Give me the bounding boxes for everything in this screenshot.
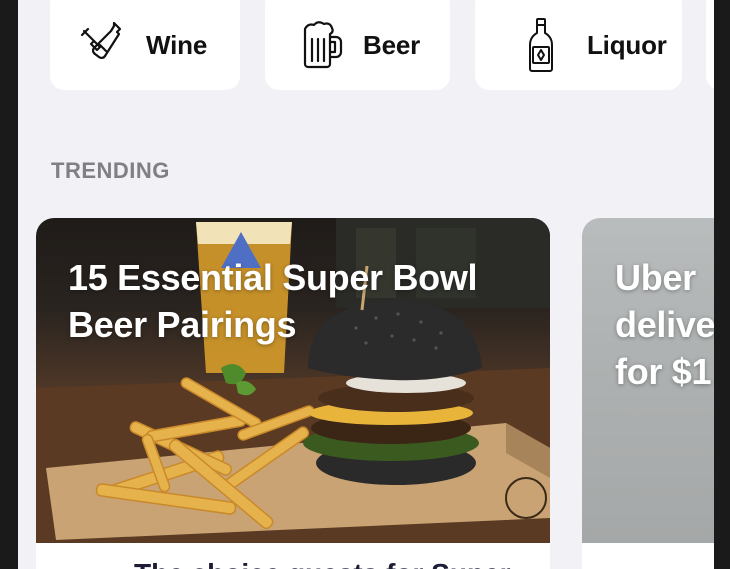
card-image-delivery: Uber delive for $1 — [582, 218, 714, 543]
wine-bottle-icon — [78, 17, 134, 73]
beer-mug-icon — [295, 17, 351, 73]
app-screen: Wine Beer Liquor TRENDING 15 Essential S… — [18, 0, 714, 569]
screen-edge — [714, 0, 730, 569]
category-wine[interactable]: Wine — [50, 0, 240, 90]
card-image-burger-beer: 15 Essential Super Bowl Beer Pairings — [36, 218, 550, 543]
section-title-trending: TRENDING — [51, 158, 170, 183]
category-label: Liquor — [587, 29, 667, 60]
card-title: 15 Essential Super Bowl Beer Pairings — [68, 257, 478, 345]
category-next-partial[interactable] — [706, 0, 714, 90]
category-row: Wine Beer Liquor — [18, 0, 714, 100]
trending-card-partial[interactable]: Uber delive for $1 — [582, 218, 714, 569]
category-label: Wine — [146, 29, 208, 60]
card-subtitle: The choice guests for Super — [134, 558, 511, 569]
category-beer[interactable]: Beer — [265, 0, 450, 90]
card-title: Uber delive for $1 — [615, 257, 714, 392]
liquor-bottle-icon — [513, 17, 569, 73]
category-label: Beer — [363, 29, 421, 60]
trending-card[interactable]: 15 Essential Super Bowl Beer Pairings Th… — [36, 218, 550, 569]
category-liquor[interactable]: Liquor — [475, 0, 682, 90]
